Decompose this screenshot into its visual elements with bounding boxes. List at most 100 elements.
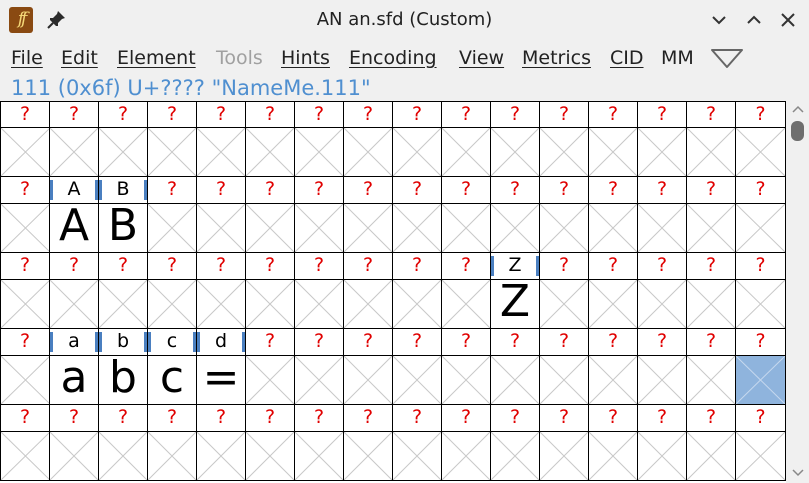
glyph-label-cell[interactable]: ? [393, 253, 442, 280]
glyph-label-cell[interactable]: ? [736, 177, 786, 204]
glyph-label-cell[interactable]: ? [687, 329, 736, 356]
menu-edit[interactable]: Edit [61, 47, 98, 69]
glyph-cell[interactable] [246, 128, 295, 177]
glyph-label-cell[interactable]: ? [295, 253, 344, 280]
scroll-down-arrow-icon[interactable] [792, 469, 804, 477]
glyph-cell[interactable] [540, 356, 589, 405]
glyph-label-cell[interactable]: ? [50, 405, 99, 432]
glyph-cell[interactable] [295, 432, 344, 481]
glyph-label-cell[interactable]: ? [687, 405, 736, 432]
glyph-label-cell[interactable]: ? [295, 405, 344, 432]
glyph-cell[interactable] [589, 432, 638, 481]
glyph-cell[interactable] [393, 356, 442, 405]
glyph-cell[interactable]: a [50, 356, 99, 405]
glyph-label-cell[interactable]: ? [736, 405, 786, 432]
glyph-cell[interactable] [393, 128, 442, 177]
glyph-label-cell[interactable]: ? [638, 405, 687, 432]
glyph-cell[interactable] [0, 204, 50, 253]
glyph-cell[interactable]: b [99, 356, 148, 405]
menu-view[interactable]: View [459, 47, 504, 69]
glyph-label-cell[interactable]: ? [540, 405, 589, 432]
glyph-label-cell[interactable]: ? [393, 177, 442, 204]
glyph-label-cell[interactable]: ? [442, 253, 491, 280]
glyph-label-cell[interactable]: ? [246, 177, 295, 204]
glyph-label-cell[interactable]: ? [148, 101, 197, 128]
menu-cid[interactable]: CID [610, 47, 644, 69]
glyph-cell[interactable] [99, 432, 148, 481]
glyph-label-cell[interactable]: ? [99, 101, 148, 128]
glyph-cell[interactable] [197, 204, 246, 253]
glyph-label-cell[interactable]: ? [442, 177, 491, 204]
glyph-label-cell[interactable]: a [50, 329, 99, 356]
glyph-cell[interactable] [687, 204, 736, 253]
minimize-icon[interactable] [708, 9, 730, 31]
glyph-cell[interactable]: B [99, 204, 148, 253]
glyph-label-cell[interactable]: ? [687, 177, 736, 204]
glyph-cell[interactable] [148, 128, 197, 177]
glyph-cell[interactable] [344, 356, 393, 405]
glyph-label-cell[interactable]: ? [246, 329, 295, 356]
glyph-cell[interactable] [197, 128, 246, 177]
glyph-label-cell[interactable]: ? [442, 101, 491, 128]
glyph-label-cell[interactable]: ? [246, 253, 295, 280]
glyph-label-cell[interactable]: ? [344, 329, 393, 356]
glyph-cell[interactable] [246, 432, 295, 481]
glyph-cell[interactable] [442, 356, 491, 405]
glyph-label-cell[interactable]: ? [638, 101, 687, 128]
glyph-cell[interactable] [540, 204, 589, 253]
glyph-cell[interactable] [442, 280, 491, 329]
glyph-cell[interactable] [246, 280, 295, 329]
menu-file[interactable]: File [11, 47, 43, 69]
glyph-cell[interactable] [638, 432, 687, 481]
glyph-label-cell[interactable]: ? [0, 177, 50, 204]
glyph-cell[interactable] [295, 128, 344, 177]
maximize-icon[interactable] [743, 9, 765, 31]
glyph-label-cell[interactable]: ? [491, 177, 540, 204]
glyph-cell[interactable] [687, 356, 736, 405]
glyph-label-cell[interactable]: ? [148, 405, 197, 432]
glyph-label-cell[interactable]: A [50, 177, 99, 204]
glyph-label-cell[interactable]: ? [442, 405, 491, 432]
glyph-cell[interactable] [344, 280, 393, 329]
glyph-cell[interactable] [736, 128, 786, 177]
glyph-label-cell[interactable]: ? [491, 101, 540, 128]
glyph-cell[interactable] [99, 128, 148, 177]
glyph-label-cell[interactable]: ? [540, 253, 589, 280]
glyph-label-cell[interactable]: ? [540, 177, 589, 204]
glyph-label-cell[interactable]: ? [589, 101, 638, 128]
glyph-label-cell[interactable]: ? [687, 253, 736, 280]
menu-metrics[interactable]: Metrics [522, 47, 591, 69]
glyph-cell[interactable] [148, 280, 197, 329]
glyph-cell[interactable] [491, 128, 540, 177]
glyph-cell[interactable] [148, 204, 197, 253]
glyph-label-cell[interactable]: ? [638, 253, 687, 280]
glyph-cell[interactable] [736, 432, 786, 481]
glyph-cell[interactable] [0, 280, 50, 329]
glyph-label-cell[interactable]: ? [148, 253, 197, 280]
glyph-label-cell[interactable]: ? [393, 405, 442, 432]
glyph-cell[interactable] [589, 356, 638, 405]
glyph-label-cell[interactable]: ? [0, 405, 50, 432]
glyph-cell[interactable] [442, 204, 491, 253]
glyph-label-cell[interactable]: ? [50, 101, 99, 128]
glyph-cell[interactable] [295, 204, 344, 253]
glyph-label-cell[interactable]: ? [99, 405, 148, 432]
glyph-cell[interactable] [393, 280, 442, 329]
glyph-label-cell[interactable]: ? [246, 405, 295, 432]
glyph-cell[interactable] [295, 280, 344, 329]
glyph-cell[interactable] [344, 128, 393, 177]
glyph-label-cell[interactable]: ? [99, 253, 148, 280]
glyph-cell[interactable] [589, 128, 638, 177]
glyph-label-cell[interactable]: ? [687, 101, 736, 128]
glyph-label-cell[interactable]: ? [442, 329, 491, 356]
glyph-label-cell[interactable]: ? [0, 253, 50, 280]
glyph-cell[interactable] [393, 432, 442, 481]
glyph-label-cell[interactable]: ? [148, 177, 197, 204]
menu-mm[interactable]: MM [661, 47, 694, 69]
glyph-cell[interactable]: A [50, 204, 99, 253]
glyph-cell[interactable] [246, 204, 295, 253]
menu-element[interactable]: Element [117, 47, 196, 69]
glyph-cell[interactable]: Z [491, 280, 540, 329]
glyph-cell[interactable] [687, 128, 736, 177]
glyph-label-cell[interactable]: B [99, 177, 148, 204]
